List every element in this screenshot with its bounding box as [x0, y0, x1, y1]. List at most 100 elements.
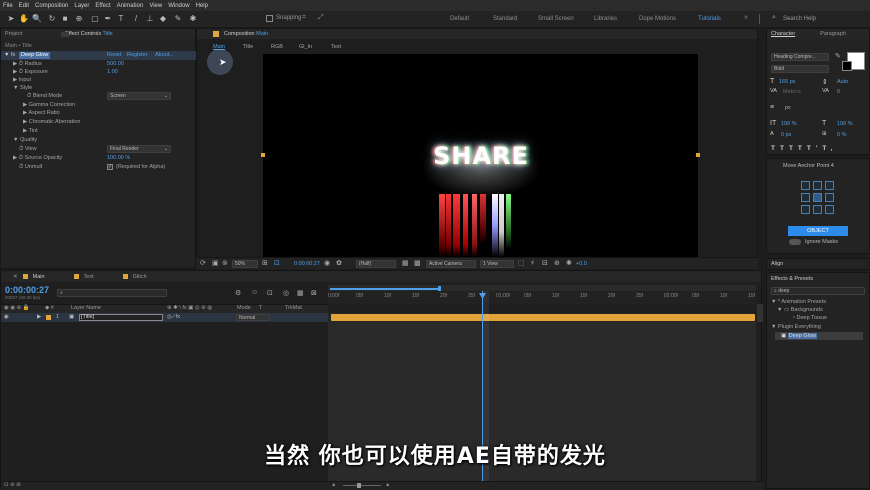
font-style-dropdown[interactable]: Bold	[771, 65, 829, 73]
workspace-small-screen[interactable]: Small Screen	[538, 16, 574, 22]
tab-main[interactable]: Main	[33, 274, 45, 280]
work-area-range[interactable]	[330, 288, 438, 290]
anchor-cell-mc[interactable]	[813, 193, 822, 202]
tab-glitch[interactable]: Glitch	[133, 274, 147, 280]
snapshot-icon[interactable]: ◉	[324, 259, 330, 267]
blend-mode-dropdown[interactable]: Screen ⌄	[107, 92, 171, 100]
layer-switches[interactable]: ◎ ⁄ fx	[167, 314, 180, 320]
comp-nav-glin[interactable]: Gl_In	[299, 44, 312, 50]
color-channel-icon[interactable]: ✿	[336, 259, 342, 267]
search-help-input[interactable]: Search Help	[783, 16, 816, 22]
comp-viewer[interactable]: SHARE	[263, 54, 698, 257]
chart-icon[interactable]: ⊠	[311, 289, 317, 297]
pan-behind-tool-icon[interactable]: ⊕	[74, 14, 84, 24]
tree-deep-tissue[interactable]: ▫ Deep Tissue	[793, 315, 827, 321]
register-link[interactable]: Register	[127, 52, 147, 58]
viewer-timecode[interactable]: 0:00:00:27	[294, 261, 320, 267]
faux-style-buttons[interactable]: TTTTT'T,	[771, 145, 837, 152]
zoom-in-icon[interactable]: ▲	[385, 482, 390, 488]
rotate-tool-icon[interactable]: ↻	[47, 14, 57, 24]
workspace-dope-motions[interactable]: Dope Motions	[639, 16, 676, 22]
mask-visibility-icon[interactable]: ⊡	[274, 259, 280, 267]
anchor-cell-tl[interactable]	[801, 181, 810, 190]
anchor-cell-tc[interactable]	[813, 181, 822, 190]
unmult-checkbox[interactable]: ✓	[107, 164, 113, 170]
menu-effect[interactable]: Effect	[95, 3, 110, 9]
workspace-libraries[interactable]: Libraries	[594, 16, 617, 22]
font-size-value[interactable]: 165 px	[779, 79, 796, 85]
layer-name-field[interactable]: [Title]	[79, 314, 163, 321]
lock-icon[interactable]	[61, 32, 69, 37]
shy-icon[interactable]: ☺	[251, 289, 258, 296]
tab-paragraph[interactable]: Paragraph	[820, 31, 846, 37]
tab-composition[interactable]: Composition Main	[224, 31, 268, 37]
resolution-dropdown[interactable]: (Half)	[356, 260, 396, 268]
timeline-scrollbar[interactable]	[757, 304, 763, 322]
anchor-cell-br[interactable]	[825, 205, 834, 214]
object-button[interactable]: OBJECT	[788, 226, 848, 236]
zoom-dropdown[interactable]: 50%	[232, 260, 258, 268]
layer-mode-dropdown[interactable]: Normal	[236, 314, 270, 321]
anchor-cell-bc[interactable]	[813, 205, 822, 214]
tree-deep-glow[interactable]: ▣ Deep Glow	[781, 333, 817, 339]
timeline-timecode[interactable]: 0:00:00:27	[5, 285, 49, 295]
exposure-value[interactable]: +0.0	[576, 261, 587, 267]
view-layout-dropdown[interactable]: 1 View	[480, 260, 514, 268]
about-link[interactable]: About...	[155, 52, 174, 58]
leading-value[interactable]: Auto	[837, 79, 848, 85]
close-icon[interactable]: ✕	[13, 274, 18, 280]
source-opacity-value[interactable]: 100.00 %	[107, 155, 130, 161]
type-tool-icon[interactable]: T	[116, 14, 126, 24]
eraser-tool-icon[interactable]: ◆	[158, 14, 168, 24]
snap-options-icon[interactable]: ⤢	[318, 14, 324, 22]
graph-editor-icon[interactable]: ▦	[297, 289, 304, 297]
expand-icon[interactable]: ▶	[37, 314, 41, 320]
workspace-tutorials[interactable]: Tutorials	[698, 16, 721, 22]
layer-visibility-icon[interactable]: ◉	[4, 314, 9, 320]
menu-composition[interactable]: Composition	[35, 3, 68, 9]
workspace-more-icon[interactable]: »	[744, 14, 748, 21]
prop-quality[interactable]: ▼ Quality	[13, 137, 37, 143]
clone-stamp-tool-icon[interactable]: ⊥	[145, 14, 155, 24]
menu-view[interactable]: View	[149, 3, 162, 9]
menu-help[interactable]: Help	[196, 3, 208, 9]
vertical-scale-value[interactable]: 100 %	[781, 121, 797, 127]
vr-icon[interactable]: ⊚	[222, 259, 228, 267]
prop-gamma[interactable]: ▶ Gamma Correction	[23, 102, 75, 108]
workspace-standard[interactable]: Standard	[493, 16, 517, 22]
prop-chromatic[interactable]: ▶ Chromatic Aberration	[23, 119, 80, 125]
tab-project[interactable]: Project	[5, 31, 22, 37]
roto-brush-tool-icon[interactable]: ✎	[173, 14, 183, 24]
handle-left[interactable]	[261, 153, 265, 157]
stroke-width-value[interactable]: px	[785, 105, 791, 111]
prop-view[interactable]: ⏱ View	[19, 146, 37, 153]
timeline-icon[interactable]: ⊟	[542, 259, 548, 267]
handle-right[interactable]	[696, 153, 700, 157]
zoom-out-icon[interactable]: ▲	[331, 482, 336, 488]
stroke-color-swatch[interactable]	[842, 61, 852, 71]
toggle-pixel-icon[interactable]: ⬚	[518, 259, 525, 267]
tab-text[interactable]: Text	[84, 274, 94, 280]
mode-header[interactable]: Mode	[237, 305, 251, 311]
effects-search-input[interactable]: ⌕ deep	[771, 287, 865, 295]
prop-blend-mode[interactable]: ⏱ Blend Mode	[27, 93, 62, 100]
motion-blur-icon[interactable]: ◎	[283, 289, 289, 297]
draft-3d-icon[interactable]: ⚙	[235, 289, 241, 297]
timeline-zoom-slider[interactable]	[343, 485, 381, 486]
anchor-cell-mr[interactable]	[825, 193, 834, 202]
eyedropper-icon[interactable]: ✎	[835, 52, 841, 60]
tree-animation-presets[interactable]: ▼ * Animation Presets	[771, 299, 826, 305]
workspace-default[interactable]: Default	[450, 16, 469, 22]
frame-blend-icon[interactable]: ⊡	[267, 289, 273, 297]
always-preview-icon[interactable]: ⟳	[200, 259, 206, 267]
fast-preview-icon[interactable]: ⚡	[530, 259, 535, 267]
anchor-cell-bl[interactable]	[801, 205, 810, 214]
baseline-value[interactable]: 0 px	[781, 132, 791, 138]
anchor-cell-tr[interactable]	[825, 181, 834, 190]
selection-tool-icon[interactable]: ➤	[6, 14, 16, 24]
prop-tint[interactable]: ▶ Tint	[23, 128, 38, 134]
effects-presets-title[interactable]: Effects & Presets	[771, 276, 813, 282]
tab-character[interactable]: Character	[771, 31, 795, 37]
tree-backgrounds[interactable]: ▼ ▭ Backgrounds	[777, 307, 823, 313]
snapping-checkbox[interactable]	[266, 15, 273, 22]
